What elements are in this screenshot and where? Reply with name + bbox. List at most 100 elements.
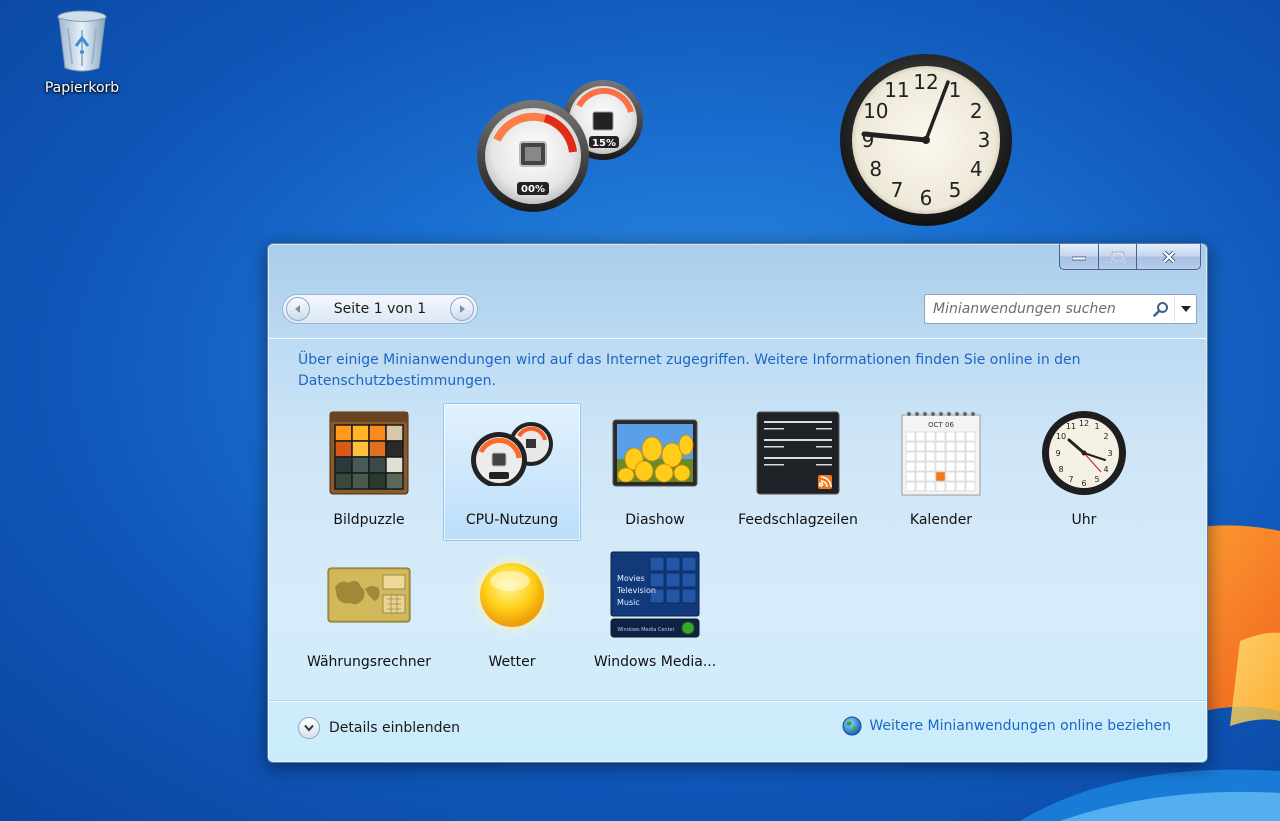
calendar-day-cell: [965, 451, 976, 462]
calendar-day-cell: [945, 481, 956, 492]
gadget-name: Diashow: [625, 512, 685, 528]
page-navigator: Seite 1 von 1: [282, 294, 478, 324]
feed-headlines-icon: [756, 411, 840, 495]
search-icon[interactable]: [1148, 301, 1174, 317]
calendar-day-cell: [935, 471, 946, 482]
clock-numeral: 11: [884, 78, 909, 102]
calendar-day-cell: [955, 471, 966, 482]
svg-text:8: 8: [1058, 465, 1063, 474]
calendar-day-cell: [935, 431, 946, 442]
slideshow-icon: [612, 419, 698, 487]
gadget-tile-calendar[interactable]: OCT 06 Kalender: [872, 404, 1010, 542]
svg-text:4: 4: [1103, 465, 1108, 474]
toolbar-divider: [269, 338, 1206, 339]
close-icon: [1162, 250, 1175, 263]
get-more-gadgets-link[interactable]: Weitere Minianwendungen online beziehen: [842, 716, 1171, 736]
search-dropdown-button[interactable]: [1174, 295, 1196, 323]
calendar-day-cell: [935, 481, 946, 492]
previous-page-button[interactable]: [286, 297, 310, 321]
gadget-tile-feed-headlines[interactable]: Feedschlagzeilen: [729, 404, 867, 542]
svg-text:6: 6: [1081, 479, 1086, 488]
maximize-button[interactable]: [1099, 244, 1137, 270]
page-indicator: Seite 1 von 1: [333, 301, 427, 317]
recycle-bin-shortcut[interactable]: Papierkorb: [30, 8, 134, 96]
maximize-icon: [1110, 250, 1125, 263]
show-details-label: Details einblenden: [329, 720, 460, 736]
clock-gadget[interactable]: 12 1234567891011: [836, 54, 1016, 230]
chevron-down-icon: [1180, 306, 1191, 312]
svg-text:1: 1: [1094, 422, 1099, 431]
next-page-button[interactable]: [449, 297, 474, 321]
calendar-day-cell: [925, 441, 936, 452]
gadget-name: Bildpuzzle: [333, 512, 405, 528]
gadget-tile-picture-puzzle[interactable]: Bildpuzzle: [300, 404, 438, 542]
clock-icon: 12 12 3 4567 8 9 1011: [1042, 411, 1126, 495]
get-more-gadgets-label: Weitere Minianwendungen online beziehen: [869, 718, 1171, 734]
memory-percent: 15%: [592, 138, 616, 149]
gadget-name: Windows Media...: [593, 654, 717, 670]
svg-text:10: 10: [1056, 432, 1066, 441]
gadget-tile-media-center[interactable]: Movies Television Music Windows Media Ce…: [586, 546, 724, 684]
window-caption-buttons: [1059, 244, 1201, 270]
calendar-day-cell: [925, 451, 936, 462]
calendar-day-cell: [915, 441, 926, 452]
calendar-day-cell: [935, 451, 946, 462]
cpu-meter-gadget[interactable]: 15% 00%: [475, 78, 650, 213]
chevron-down-icon: [298, 717, 320, 739]
picture-puzzle-icon: [329, 411, 409, 495]
media-center-menu-item: Music: [617, 598, 640, 607]
cpu-gauge: 00%: [477, 100, 589, 212]
gadget-search-box: [924, 294, 1197, 324]
cpu-meter-icon: [471, 422, 553, 486]
gadget-tile-currency[interactable]: Währungsrechner: [300, 546, 438, 684]
gadget-tile-cpu-meter[interactable]: CPU-Nutzung: [443, 403, 581, 541]
media-center-icon: Movies Television Music Windows Media Ce…: [610, 551, 700, 638]
gadget-tile-weather[interactable]: Wetter: [443, 546, 581, 684]
svg-text:3: 3: [1107, 449, 1112, 458]
arrow-left-icon: [295, 305, 300, 313]
media-center-menu-item: Movies: [617, 574, 645, 583]
media-center-caption: Windows Media Center: [617, 627, 675, 633]
gadget-name: Währungsrechner: [307, 654, 431, 670]
calendar-day-cell: [915, 481, 926, 492]
calendar-day-cell: [955, 461, 966, 472]
close-button[interactable]: [1137, 244, 1201, 270]
minimize-icon: [1072, 256, 1086, 260]
calendar-day-cell: [965, 471, 976, 482]
clock-numeral: 2: [970, 99, 983, 123]
globe-icon: [842, 716, 862, 736]
footer-divider-highlight: [269, 701, 1206, 702]
calendar-day-cell: [915, 471, 926, 482]
recycle-bin-label: Papierkorb: [44, 80, 120, 96]
calendar-day-cell: [925, 471, 936, 482]
media-center-menu-item: Television: [616, 586, 656, 595]
clock-numeral: 7: [891, 178, 904, 202]
clock-numeral: 8: [869, 157, 882, 181]
calendar-day-cell: [915, 461, 926, 472]
calendar-day-cell: [935, 461, 946, 472]
clock-numeral: 5: [949, 178, 962, 202]
calendar-day-cell: [925, 461, 936, 472]
gadget-name: Kalender: [909, 512, 973, 528]
calendar-day-cell: [905, 481, 916, 492]
cpu-percent: 00%: [521, 184, 545, 195]
svg-text:11: 11: [1066, 422, 1076, 431]
gadget-search-input[interactable]: [925, 301, 1148, 317]
calendar-day-cell: [925, 481, 936, 492]
calendar-day-cell: [955, 441, 966, 452]
weather-sun-icon: [471, 554, 553, 636]
calendar-day-cell: [905, 441, 916, 452]
minimize-button[interactable]: [1059, 244, 1099, 270]
svg-text:2: 2: [1103, 432, 1108, 441]
gadget-tile-slideshow[interactable]: Diashow: [586, 404, 724, 542]
gadget-name: CPU-Nutzung: [465, 512, 559, 528]
show-details-toggle[interactable]: Details einblenden: [298, 717, 460, 739]
gadget-name: Feedschlagzeilen: [738, 512, 858, 528]
clock-numeral: 4: [970, 157, 983, 181]
clock-numeral: 12: [913, 70, 938, 94]
calendar-day-cell: [965, 461, 976, 472]
gadget-tile-clock[interactable]: 12 1 2 3 4567 8 9 10 11 Uhr: [1015, 404, 1153, 542]
calendar-day-cell: [905, 471, 916, 482]
gadget-gallery-window: Seite 1 von 1 Über einige Minianwendunge…: [267, 243, 1208, 763]
calendar-day-cell: [965, 481, 976, 492]
